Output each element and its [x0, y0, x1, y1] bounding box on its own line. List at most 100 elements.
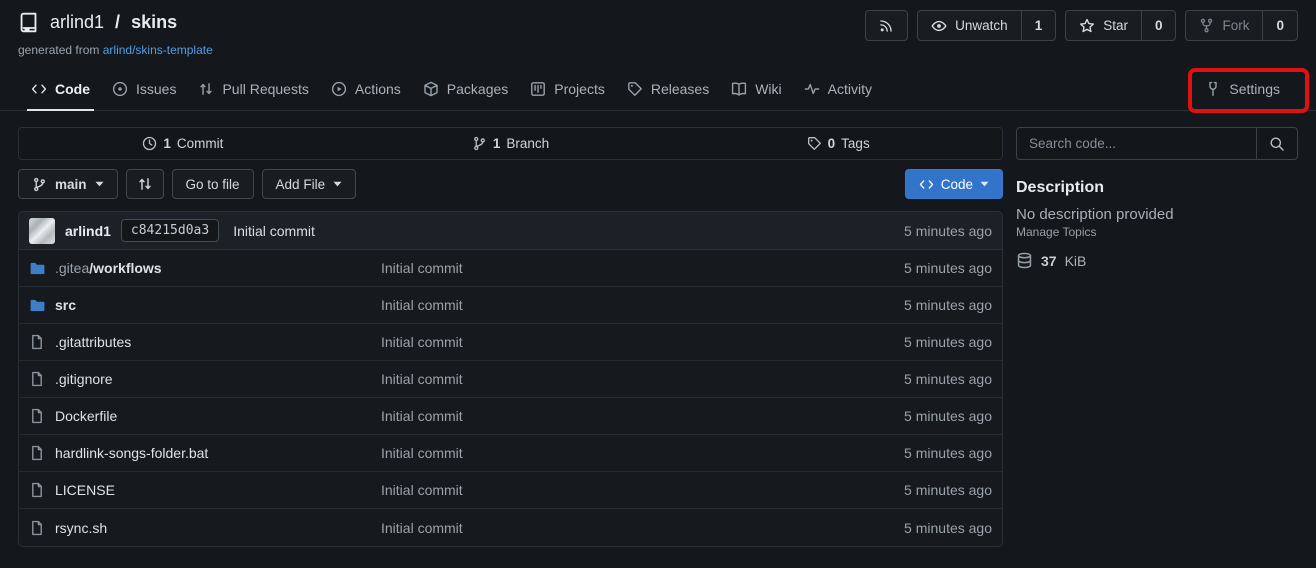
tab-settings[interactable]: Settings	[1194, 70, 1291, 110]
repo-header: arlind1 / skins generated from arlind/sk…	[0, 0, 1316, 57]
code-button-label: Code	[941, 177, 973, 192]
search-input[interactable]	[1017, 128, 1256, 159]
tab-activity[interactable]: Activity	[793, 70, 883, 110]
compare-button[interactable]	[126, 169, 164, 199]
branches-stat[interactable]: 1 Branch	[347, 128, 675, 159]
tab-packages[interactable]: Packages	[412, 70, 519, 110]
chevron-down-icon	[95, 181, 104, 187]
code-icon	[919, 177, 934, 192]
repo-name-link[interactable]: skins	[131, 12, 177, 33]
table-row[interactable]: .gitignore Initial commit 5 minutes ago	[19, 361, 1002, 398]
forks-count[interactable]: 0	[1262, 11, 1297, 40]
chevron-down-icon	[333, 181, 342, 187]
watchers-count[interactable]: 1	[1021, 11, 1056, 40]
file-name-link[interactable]: rsync.sh	[55, 520, 107, 536]
file-commit-message[interactable]: Initial commit	[381, 260, 904, 276]
file-name-link[interactable]: src	[55, 297, 76, 313]
fork-button[interactable]: Fork	[1186, 11, 1262, 40]
table-row[interactable]: Dockerfile Initial commit 5 minutes ago	[19, 398, 1002, 435]
star-icon	[1079, 18, 1095, 34]
file-commit-time: 5 minutes ago	[904, 520, 992, 536]
file-toolbar: main Go to file Add File	[18, 169, 1003, 199]
file-commit-message[interactable]: Initial commit	[381, 371, 904, 387]
file-commit-message[interactable]: Initial commit	[381, 482, 904, 498]
file-name-link[interactable]: .gitattributes	[55, 334, 131, 350]
file-commit-message[interactable]: Initial commit	[381, 297, 904, 313]
commit-time: 5 minutes ago	[904, 223, 992, 239]
code-download-button[interactable]: Code	[905, 169, 1003, 199]
tab-releases-label: Releases	[651, 81, 709, 97]
code-search-box	[1016, 127, 1298, 160]
file-icon	[29, 334, 45, 350]
description-empty-text: No description provided	[1016, 206, 1298, 223]
file-commit-message[interactable]: Initial commit	[381, 520, 904, 536]
file-commit-time: 5 minutes ago	[904, 408, 992, 424]
table-row[interactable]: .gitattributes Initial commit 5 minutes …	[19, 324, 1002, 361]
tab-issues-label: Issues	[136, 81, 176, 97]
tab-pull-requests[interactable]: Pull Requests	[187, 70, 319, 110]
branch-name: main	[55, 177, 87, 192]
tab-wiki[interactable]: Wiki	[720, 70, 792, 110]
repo-separator: /	[115, 12, 120, 33]
main-content: 1 Commit 1 Branch 0 Tags	[0, 111, 1316, 547]
star-button[interactable]: Star	[1066, 11, 1141, 40]
repo-owner-link[interactable]: arlind1	[50, 12, 104, 33]
file-icon	[29, 408, 45, 424]
wrench-icon	[1205, 81, 1221, 97]
file-name-link[interactable]: .gitea/workflows	[55, 260, 162, 276]
branch-selector[interactable]: main	[18, 169, 118, 199]
file-commit-message[interactable]: Initial commit	[381, 408, 904, 424]
file-commit-message[interactable]: Initial commit	[381, 445, 904, 461]
tags-stat[interactable]: 0 Tags	[674, 128, 1002, 159]
file-name-link[interactable]: .gitignore	[55, 371, 113, 387]
table-row[interactable]: .gitea/workflows Initial commit 5 minute…	[19, 250, 1002, 287]
tab-pull-requests-label: Pull Requests	[222, 81, 308, 97]
cube-icon	[423, 81, 439, 97]
search-button[interactable]	[1256, 128, 1297, 159]
file-name-link[interactable]: LICENSE	[55, 482, 115, 498]
stars-count[interactable]: 0	[1141, 11, 1176, 40]
tab-issues[interactable]: Issues	[101, 70, 187, 110]
fork-label: Fork	[1222, 18, 1249, 33]
file-commit-time: 5 minutes ago	[904, 445, 992, 461]
tag-icon	[807, 136, 822, 151]
tags-count: 0	[828, 136, 836, 151]
file-commit-time: 5 minutes ago	[904, 371, 992, 387]
pulse-icon	[804, 81, 820, 97]
star-label: Star	[1103, 18, 1128, 33]
tab-code[interactable]: Code	[20, 70, 101, 110]
project-board-icon	[530, 81, 546, 97]
file-commit-message[interactable]: Initial commit	[381, 334, 904, 350]
table-row[interactable]: LICENSE Initial commit 5 minutes ago	[19, 472, 1002, 509]
latest-commit-row: arlind1 c84215d0a3 Initial commit 5 minu…	[19, 212, 1002, 250]
unwatch-button[interactable]: Unwatch	[918, 11, 1021, 40]
manage-topics-link[interactable]: Manage Topics	[1016, 225, 1097, 239]
rss-button[interactable]	[865, 10, 908, 41]
tab-wiki-label: Wiki	[755, 81, 781, 97]
tags-label: Tags	[841, 136, 870, 151]
repo-icon	[18, 12, 39, 33]
file-name-link[interactable]: hardlink-songs-folder.bat	[55, 445, 208, 461]
fork-button-group: Fork 0	[1185, 10, 1298, 41]
table-row[interactable]: rsync.sh Initial commit 5 minutes ago	[19, 509, 1002, 546]
commit-author-link[interactable]: arlind1	[65, 223, 111, 239]
file-name-link[interactable]: Dockerfile	[55, 408, 117, 424]
clock-history-icon	[142, 136, 157, 151]
tab-releases[interactable]: Releases	[616, 70, 720, 110]
tab-activity-label: Activity	[828, 81, 872, 97]
table-row[interactable]: src Initial commit 5 minutes ago	[19, 287, 1002, 324]
folder-icon	[29, 260, 45, 276]
add-file-button[interactable]: Add File	[262, 169, 357, 199]
commit-hash-link[interactable]: c84215d0a3	[121, 219, 219, 242]
tab-actions[interactable]: Actions	[320, 70, 412, 110]
table-row[interactable]: hardlink-songs-folder.bat Initial commit…	[19, 435, 1002, 472]
generated-from-label: generated from	[18, 43, 99, 57]
avatar[interactable]	[29, 218, 55, 244]
repo-size-unit: KiB	[1065, 253, 1087, 269]
tab-projects[interactable]: Projects	[519, 70, 616, 110]
commit-message-link[interactable]: Initial commit	[233, 223, 315, 239]
go-to-file-button[interactable]: Go to file	[172, 169, 254, 199]
template-link[interactable]: arlind/skins-template	[103, 43, 213, 57]
commits-stat[interactable]: 1 Commit	[19, 128, 347, 159]
rss-icon	[879, 18, 894, 33]
